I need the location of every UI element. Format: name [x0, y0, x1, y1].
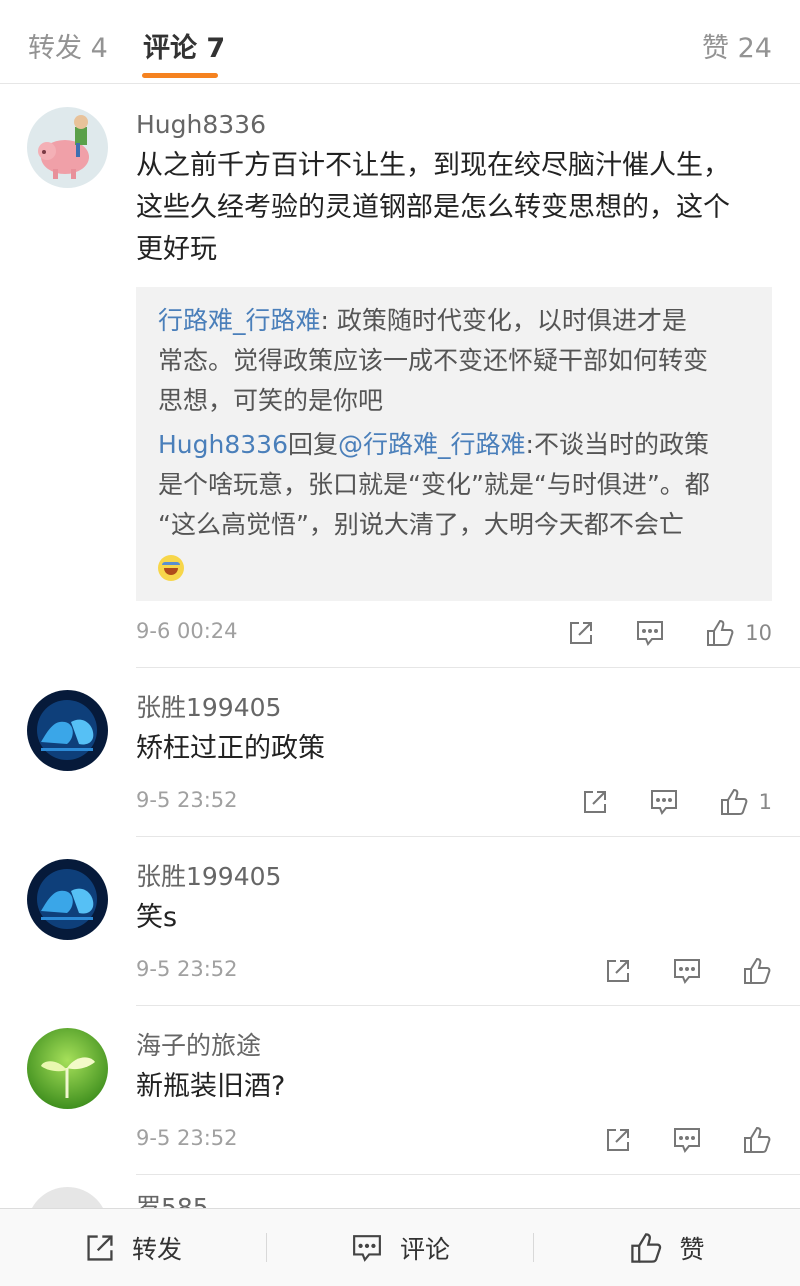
comment-text-line: 从之前千方百计不让生，到现在绞尽脑汁催人生， — [136, 150, 730, 181]
reply-text: 思想，可笑的是你吧 — [158, 386, 384, 415]
reply-word: 回复 — [287, 430, 338, 459]
comment-text: 从之前千方百计不让生，到现在绞尽脑汁催人生， 这些久经考验的灵道钢部是怎么转变思… — [136, 145, 772, 271]
avatar[interactable] — [27, 859, 108, 940]
reply-text: “这么高觉悟”，别说大清了，大明今天都不会亡 — [158, 510, 684, 539]
comment-time: 9-5 23:52 — [136, 788, 238, 812]
comment-icon — [353, 1234, 381, 1262]
toolbar-like-label: 赞 — [679, 1234, 705, 1264]
repost-button[interactable] — [604, 1126, 632, 1154]
repost-icon — [607, 1129, 629, 1151]
comment-item: 张胜199405 矫枉过正的政策 9-5 23:52 1 — [0, 668, 800, 837]
avatar[interactable] — [27, 107, 108, 188]
tab-reposts[interactable]: 转发 4 — [28, 26, 108, 65]
like-button[interactable]: 1 — [719, 787, 772, 817]
reply-text: 是个啥玩意，张口就是“变化”就是“与时俱进”。都 — [158, 470, 710, 499]
comment-icon — [674, 959, 700, 984]
comment-icon — [674, 1128, 700, 1153]
toolbar-comment-label: 评论 — [399, 1234, 450, 1264]
repost-button[interactable] — [604, 957, 632, 985]
thumbs-up-icon — [631, 1232, 662, 1263]
comment-button[interactable] — [649, 788, 679, 816]
reply-text: :不谈当时的政策 — [525, 430, 709, 459]
reply-thread[interactable]: 行路难_行路难: 政策随时代变化，以时俱进才是 常态。觉得政策应该一成不变还怀疑… — [136, 287, 772, 601]
comment-button[interactable] — [672, 1126, 702, 1154]
comment-icon — [637, 621, 664, 646]
comment-time: 9-5 23:52 — [136, 957, 238, 981]
comment-time: 9-6 00:24 — [136, 619, 238, 643]
toolbar-repost-button[interactable]: 转发 — [0, 1209, 266, 1286]
repost-button[interactable] — [567, 619, 595, 647]
comment-text: 新瓶装旧酒? — [136, 1071, 286, 1102]
thumbs-up-icon — [744, 957, 771, 984]
repost-button[interactable] — [581, 788, 609, 816]
like-button[interactable]: 10 — [705, 618, 772, 648]
comment-tabs: 转发 4 评论 7 赞 24 — [0, 0, 800, 84]
repost-icon — [607, 960, 629, 982]
like-button[interactable] — [742, 956, 772, 986]
toolbar-repost-label: 转发 — [131, 1234, 182, 1264]
comment-time: 9-5 23:52 — [136, 1126, 238, 1150]
like-count: 10 — [745, 621, 772, 645]
thumbs-up-icon — [707, 619, 734, 646]
reply-item: 行路难_行路难: 政策随时代变化，以时俱进才是 常态。觉得政策应该一成不变还怀疑… — [158, 301, 750, 421]
username[interactable]: 张胜199405 — [136, 690, 772, 726]
thumbs-up-icon — [720, 788, 748, 815]
toolbar-like-button[interactable]: 赞 — [534, 1209, 800, 1286]
comment-button[interactable] — [635, 619, 665, 647]
toolbar-comment-button[interactable]: 评论 — [267, 1209, 533, 1286]
thumbs-up-icon — [744, 1126, 771, 1153]
comment-list: Hugh8336 从之前千方百计不让生，到现在绞尽脑汁催人生， 这些久经考验的灵… — [0, 85, 800, 1175]
divider — [136, 1174, 800, 1175]
active-tab-indicator — [142, 73, 218, 78]
reply-author[interactable]: Hugh8336 — [158, 430, 288, 459]
comment-item: Hugh8336 从之前千方百计不让生，到现在绞尽脑汁催人生， 这些久经考验的灵… — [0, 85, 800, 668]
username[interactable]: 海子的旅途 — [136, 1028, 772, 1064]
comment-icon — [650, 790, 677, 815]
reply-text: 常态。觉得政策应该一成不变还怀疑干部如何转变 — [158, 346, 709, 375]
tab-likes[interactable]: 赞 24 — [702, 26, 772, 65]
like-button[interactable] — [742, 1125, 772, 1155]
comment-text: 矫枉过正的政策 — [136, 733, 325, 764]
avatar[interactable] — [27, 690, 108, 771]
laughing-crying-emoji — [158, 555, 184, 581]
repost-icon — [570, 622, 593, 644]
avatar[interactable] — [27, 1028, 108, 1109]
comment-text: 笑s — [136, 902, 178, 933]
bottom-toolbar: 转发 评论 赞 — [0, 1208, 800, 1286]
username[interactable]: Hugh8336 — [136, 107, 772, 143]
tab-comments[interactable]: 评论 7 — [143, 26, 225, 65]
reply-text: : 政策随时代变化，以时俱进才是 — [320, 306, 687, 335]
like-count: 1 — [758, 790, 772, 814]
comment-button[interactable] — [672, 957, 702, 985]
reply-author[interactable]: 行路难_行路难 — [158, 306, 321, 335]
repost-icon — [87, 1234, 113, 1261]
comment-text-line: 更好玩 — [136, 234, 217, 265]
comment-item: 张胜199405 笑s 9-5 23:52 — [0, 837, 800, 1006]
reply-item: Hugh8336回复@行路难_行路难:不谈当时的政策 是个啥玩意，张口就是“变化… — [158, 425, 750, 585]
comment-text-line: 这些久经考验的灵道钢部是怎么转变思想的，这个 — [136, 192, 730, 223]
mention-link[interactable]: @行路难_行路难 — [338, 430, 526, 459]
repost-icon — [583, 791, 606, 813]
username[interactable]: 张胜199405 — [136, 859, 772, 895]
comment-item: 海子的旅途 新瓶装旧酒? 9-5 23:52 — [0, 1006, 800, 1175]
